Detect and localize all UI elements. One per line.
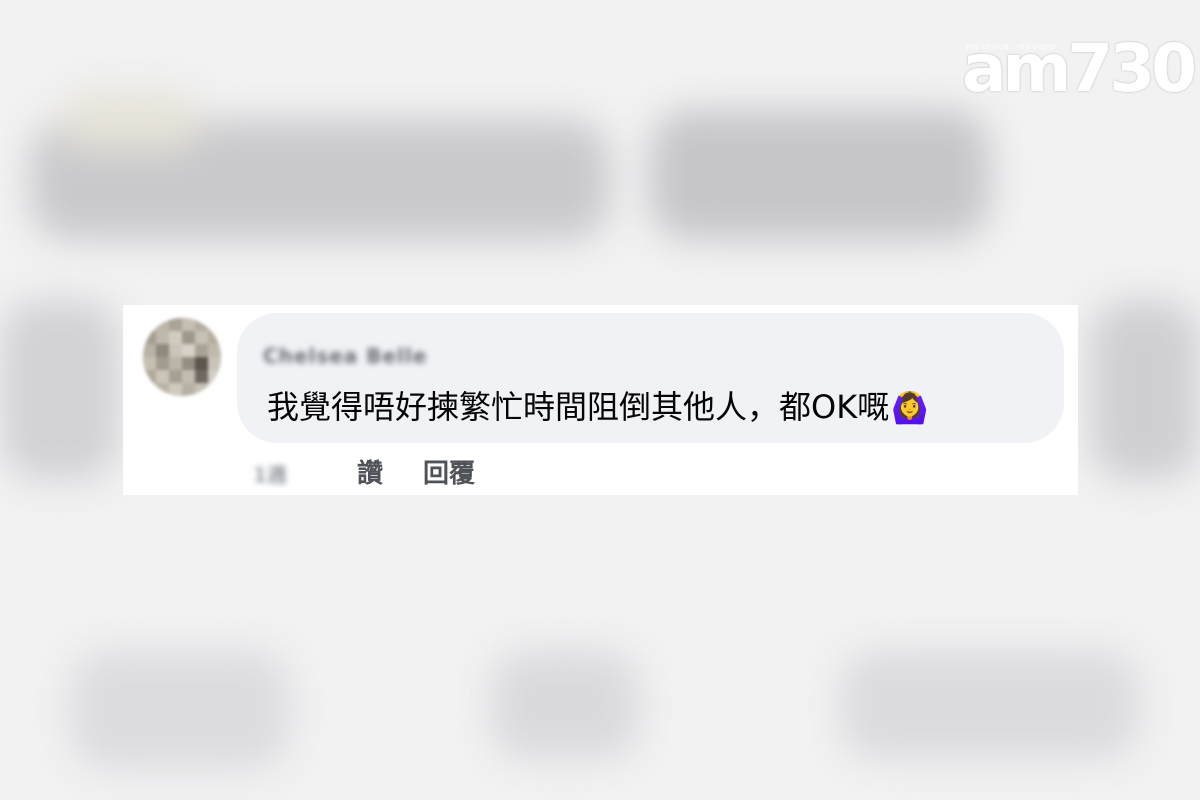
avatar[interactable] [143,318,221,396]
screenshot-stage: am730 my choice . my paper Chelsea Belle… [0,0,1200,800]
comment-body: 我覺得唔好揀繁忙時間阻倒其他人，都OK嘅 [267,388,890,426]
woman-gesturing-ok-emoji-icon: 🙆‍♀️ [891,391,929,426]
comment-bubble: Chelsea Belle 我覺得唔好揀繁忙時間阻倒其他人，都OK嘅🙆‍♀️ [237,313,1064,443]
logo-tagline: my choice . my paper [966,42,1057,51]
am730-watermark-logo: am730 my choice . my paper [962,30,1197,110]
comment-actions: 1週 讚 回覆 [253,451,475,491]
blurred-block [70,650,290,770]
blurred-block [490,650,640,760]
blurred-block [1090,300,1200,480]
comment-text: 我覺得唔好揀繁忙時間阻倒其他人，都OK嘅🙆‍♀️ [267,387,929,429]
comment-author-name[interactable]: Chelsea Belle [263,344,427,368]
comment-card: Chelsea Belle 我覺得唔好揀繁忙時間阻倒其他人，都OK嘅🙆‍♀️ 1… [123,305,1078,495]
reply-button[interactable]: 回覆 [423,453,475,490]
like-button[interactable]: 讚 [357,453,383,490]
blurred-block [650,110,990,240]
comment-timestamp[interactable]: 1週 [253,459,311,487]
blurred-block [60,90,200,150]
blurred-block [840,650,1140,760]
blurred-block [0,300,120,480]
